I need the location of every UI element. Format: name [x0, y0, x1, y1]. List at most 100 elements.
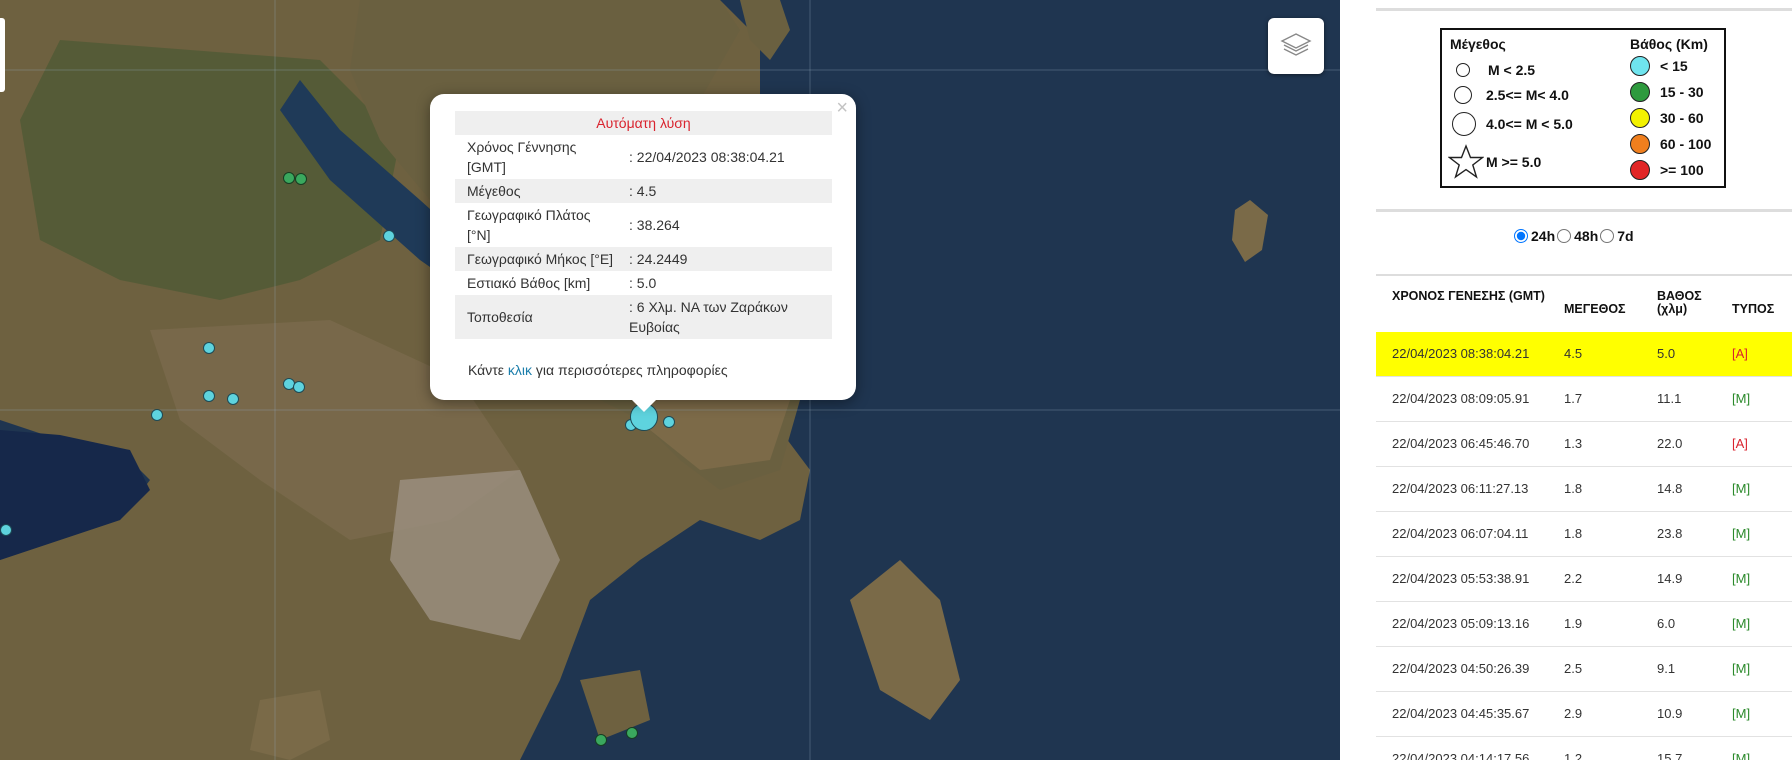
- earthquake-marker[interactable]: [383, 230, 395, 242]
- table-row[interactable]: 22/04/2023 06:07:04.11 1.8 23.8 [M]: [1376, 512, 1792, 557]
- cell-time: 22/04/2023 06:07:04.11: [1392, 526, 1529, 541]
- table-row[interactable]: 22/04/2023 04:45:35.67 2.9 10.9 [M]: [1376, 692, 1792, 737]
- cell-type: [M]: [1732, 661, 1751, 676]
- cell-time: 22/04/2023 06:11:27.13: [1392, 481, 1529, 496]
- popup-close-button[interactable]: ×: [836, 98, 848, 118]
- earthquake-marker[interactable]: [151, 409, 163, 421]
- earthquake-marker[interactable]: [227, 393, 239, 405]
- more-info-suffix: για περισσότερες πληροφορίες: [532, 362, 728, 378]
- earthquake-marker[interactable]: [626, 727, 638, 739]
- cell-depth: 9.1: [1657, 661, 1676, 676]
- time-range-selector: 24h 48h 7d: [1514, 228, 1636, 244]
- cell-time: 22/04/2023 04:14:17.56: [1392, 751, 1530, 760]
- table-row[interactable]: 22/04/2023 04:50:26.39 2.5 9.1 [M]: [1376, 647, 1792, 692]
- range-radio[interactable]: [1557, 229, 1572, 243]
- cell-depth: 15.7: [1657, 751, 1683, 760]
- range-radio[interactable]: [1600, 229, 1615, 243]
- legend-depth-title: Βάθος (Km): [1630, 36, 1708, 52]
- legend-magnitude-item: 4.0<= M < 5.0: [1452, 112, 1573, 136]
- cell-depth: 11.1: [1657, 391, 1682, 406]
- popup-field-label: Γεωγραφικό Μήκος [°E]: [455, 247, 617, 271]
- cell-type: [A]: [1732, 436, 1748, 451]
- more-info-prefix: Κάντε: [468, 362, 508, 378]
- zoom-control[interactable]: [0, 18, 5, 92]
- table-row[interactable]: 22/04/2023 04:14:17.56 1.2 15.7 [M]: [1376, 737, 1792, 760]
- cell-magnitude: 1.8: [1564, 526, 1583, 541]
- cell-time: 22/04/2023 05:09:13.16: [1392, 616, 1530, 631]
- layers-icon: [1280, 33, 1312, 56]
- legend-magnitude-label: M < 2.5: [1488, 62, 1536, 78]
- cell-magnitude: 1.9: [1564, 616, 1583, 631]
- depth-color-icon: [1630, 134, 1650, 154]
- legend: Μέγεθος Βάθος (Km) M < 2.5 2.5<= M< 4.0 …: [1440, 28, 1726, 188]
- popup-field-value: : 24.2449: [617, 247, 832, 271]
- earthquake-marker[interactable]: [293, 381, 305, 393]
- cell-depth: 6.0: [1657, 616, 1676, 631]
- earthquake-marker[interactable]: [663, 416, 675, 428]
- more-info-link[interactable]: κλικ: [508, 362, 532, 378]
- legend-depth-label: 30 - 60: [1660, 110, 1704, 126]
- earthquake-marker[interactable]: [0, 524, 12, 536]
- cell-time: 22/04/2023 05:53:38.91: [1392, 571, 1530, 586]
- earthquake-marker[interactable]: [283, 172, 295, 184]
- earthquake-marker[interactable]: [295, 173, 307, 185]
- earthquake-marker[interactable]: [203, 390, 215, 402]
- earthquake-marker[interactable]: [203, 342, 215, 354]
- legend-depth-item: 30 - 60: [1630, 108, 1704, 128]
- range-option-24h[interactable]: 24h: [1514, 228, 1555, 244]
- legend-depth-item: 60 - 100: [1630, 134, 1711, 154]
- cell-depth: 14.9: [1657, 571, 1683, 586]
- cell-type: [M]: [1732, 706, 1751, 721]
- depth-color-icon: [1630, 160, 1650, 180]
- legend-depth-item: < 15: [1630, 56, 1688, 76]
- legend-magnitude-title: Μέγεθος: [1450, 36, 1506, 52]
- header-type: ΤΥΠΟΣ: [1732, 302, 1775, 316]
- divider: [1376, 8, 1792, 11]
- star-icon: [1448, 144, 1484, 179]
- legend-magnitude-item: M < 2.5: [1456, 62, 1535, 78]
- small-circle-icon: [1456, 63, 1470, 77]
- map-view[interactable]: × Αυτόματη λύση Χρόνος Γέννησης [GMT] : 2…: [0, 0, 1340, 760]
- range-label: 7d: [1617, 228, 1634, 244]
- table-row[interactable]: 22/04/2023 08:09:05.91 1.7 11.1 [M]: [1376, 377, 1792, 422]
- table-row[interactable]: 22/04/2023 05:53:38.91 2.2 14.9 [M]: [1376, 557, 1792, 602]
- range-option-48h[interactable]: 48h: [1557, 228, 1598, 244]
- cell-type: [M]: [1732, 391, 1751, 406]
- popup-field-value: : 38.264: [629, 217, 680, 233]
- medium-circle-icon: [1454, 86, 1472, 104]
- divider: [1376, 209, 1792, 212]
- legend-magnitude-label: 2.5<= M< 4.0: [1486, 87, 1569, 103]
- events-table-header: ΧΡΟΝΟΣ ΓΕΝΕΣΗΣ (GMT) ΜΕΓΕΘΟΣ ΒΑΘΟΣ (χλμ)…: [1376, 274, 1792, 326]
- header-depth: ΒΑΘΟΣ (χλμ): [1657, 289, 1702, 316]
- range-radio[interactable]: [1514, 229, 1528, 243]
- earthquake-marker[interactable]: [595, 734, 607, 746]
- cell-time: 22/04/2023 04:50:26.39: [1392, 661, 1530, 676]
- popup-title: Αυτόματη λύση: [455, 111, 832, 135]
- popup-tip: [630, 398, 658, 412]
- popup-field-value: : 6 Χλμ. ΝΑ των Ζαράκων Ευβοίας: [617, 295, 832, 339]
- legend-magnitude-item: 2.5<= M< 4.0: [1454, 86, 1569, 104]
- cell-time: 22/04/2023 08:38:04.21: [1392, 346, 1530, 361]
- popup-details-table: Αυτόματη λύση Χρόνος Γέννησης [GMT] : 22/…: [455, 111, 832, 339]
- earthquake-popup: × Αυτόματη λύση Χρόνος Γέννησης [GMT] : 2…: [430, 94, 856, 400]
- cell-type: [M]: [1732, 481, 1751, 496]
- popup-more-info: Κάντε κλικ για περισσότερες πληροφορίες: [468, 362, 728, 378]
- popup-field-label: Χρόνος Γέννησης [GMT]: [467, 139, 577, 175]
- table-row[interactable]: 22/04/2023 06:45:46.70 1.3 22.0 [A]: [1376, 422, 1792, 467]
- table-row[interactable]: 22/04/2023 06:11:27.13 1.8 14.8 [M]: [1376, 467, 1792, 512]
- table-row[interactable]: 22/04/2023 08:38:04.21 4.5 5.0 [A]: [1376, 332, 1792, 377]
- sidebar: Μέγεθος Βάθος (Km) M < 2.5 2.5<= M< 4.0 …: [1340, 0, 1792, 760]
- cell-depth: 23.8: [1657, 526, 1683, 541]
- large-circle-icon: [1452, 112, 1476, 136]
- header-magnitude: ΜΕΓΕΘΟΣ: [1564, 302, 1626, 316]
- cell-magnitude: 2.2: [1564, 571, 1583, 586]
- cell-type: [M]: [1732, 571, 1751, 586]
- popup-field-value: : 22/04/2023 08:38:04.21: [629, 149, 785, 165]
- legend-magnitude-label: 4.0<= M < 5.0: [1486, 116, 1573, 132]
- legend-depth-label: 15 - 30: [1660, 84, 1704, 100]
- table-row[interactable]: 22/04/2023 05:09:13.16 1.9 6.0 [M]: [1376, 602, 1792, 647]
- layers-button[interactable]: [1268, 18, 1324, 74]
- popup-field-label: Γεωγραφικό Πλάτος [°N]: [467, 207, 591, 243]
- depth-color-icon: [1630, 108, 1650, 128]
- range-option-7d[interactable]: 7d: [1600, 228, 1634, 244]
